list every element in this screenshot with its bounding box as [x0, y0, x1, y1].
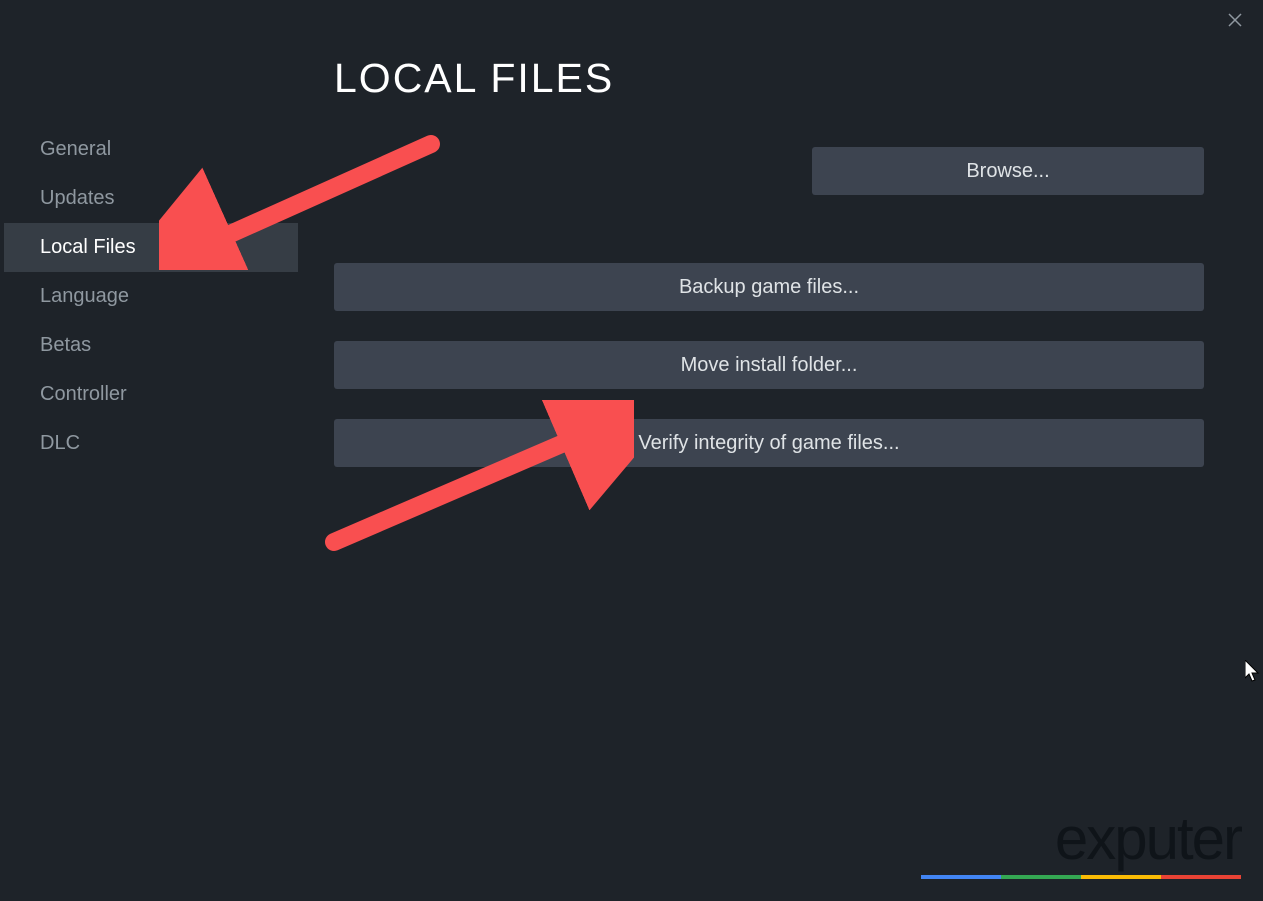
sidebar-item-label: Betas [40, 334, 91, 356]
browse-row: Browse... [334, 147, 1204, 195]
close-button[interactable] [1223, 8, 1247, 32]
sidebar-item-general[interactable]: General [4, 125, 298, 174]
watermark-text: exputer [921, 804, 1241, 873]
sidebar-item-label: Controller [40, 383, 127, 405]
sidebar-item-updates[interactable]: Updates [4, 174, 298, 223]
watermark-underline [921, 875, 1241, 879]
sidebar: General Updates Local Files Language Bet… [4, 125, 298, 468]
mouse-cursor-icon [1245, 660, 1263, 684]
sidebar-item-label: DLC [40, 432, 80, 454]
browse-button[interactable]: Browse... [812, 147, 1204, 195]
sidebar-item-language[interactable]: Language [4, 272, 298, 321]
sidebar-item-label: General [40, 138, 111, 160]
sidebar-item-dlc[interactable]: DLC [4, 419, 298, 468]
content-panel: LOCAL FILES Browse... Backup game files.… [334, 55, 1204, 497]
sidebar-item-label: Local Files [40, 236, 136, 258]
sidebar-item-controller[interactable]: Controller [4, 370, 298, 419]
page-title: LOCAL FILES [334, 55, 1204, 102]
sidebar-item-label: Updates [40, 187, 115, 209]
backup-game-files-button[interactable]: Backup game files... [334, 263, 1204, 311]
move-install-folder-button[interactable]: Move install folder... [334, 341, 1204, 389]
close-icon [1227, 12, 1243, 28]
watermark: exputer [921, 804, 1241, 879]
sidebar-item-local-files[interactable]: Local Files [4, 223, 298, 272]
verify-integrity-button[interactable]: Verify integrity of game files... [334, 419, 1204, 467]
sidebar-item-betas[interactable]: Betas [4, 321, 298, 370]
properties-dialog: General Updates Local Files Language Bet… [4, 0, 1259, 897]
sidebar-item-label: Language [40, 285, 129, 307]
